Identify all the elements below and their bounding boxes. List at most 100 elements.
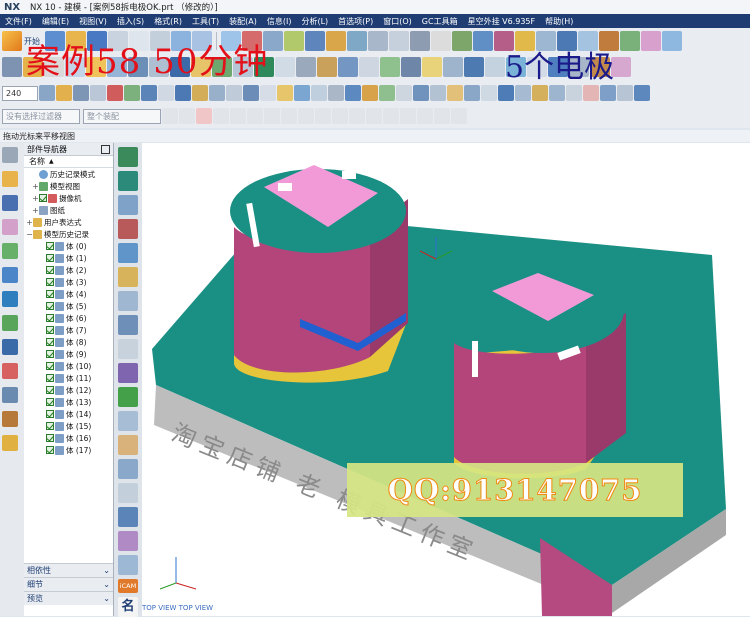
visibility-checkbox[interactable] (46, 242, 54, 250)
menu-view[interactable]: 视图(V) (74, 16, 112, 27)
name-tool-icon[interactable] (118, 363, 138, 383)
helix-icon[interactable] (379, 85, 395, 101)
rect-select-icon[interactable] (230, 108, 246, 124)
visibility-checkbox[interactable] (46, 398, 54, 406)
replace-face-icon[interactable] (401, 57, 421, 77)
edit-feature-icon[interactable] (359, 57, 379, 77)
select-icon[interactable] (2, 57, 22, 77)
history-clock-icon[interactable] (2, 339, 18, 355)
divide-icon[interactable] (328, 85, 344, 101)
collapse-icon[interactable]: − (26, 230, 33, 239)
arc-icon[interactable] (158, 85, 174, 101)
body-node[interactable]: 体 (12) (24, 384, 113, 396)
snap-end-icon[interactable] (264, 108, 280, 124)
view-orient-icon[interactable] (662, 31, 682, 51)
selection-filter-combo[interactable]: 没有选择过滤器 (2, 108, 80, 124)
visibility-checkbox[interactable] (46, 278, 54, 286)
constraint-navigator-icon[interactable] (2, 219, 18, 235)
menu-help[interactable]: 帮助(H) (540, 16, 578, 27)
tree-node[interactable]: + 摄像机 (24, 192, 113, 204)
expand-icon[interactable]: + (32, 194, 39, 203)
body-node[interactable]: 体 (6) (24, 312, 113, 324)
box-select-icon[interactable] (247, 108, 263, 124)
expand-icon[interactable]: + (26, 218, 33, 227)
layer-icon[interactable] (389, 31, 409, 51)
palette-icon[interactable] (2, 243, 18, 259)
extrude-tool-icon[interactable] (118, 147, 138, 167)
system-material-icon[interactable] (2, 363, 18, 379)
menu-info[interactable]: 信息(I) (262, 16, 297, 27)
swept-icon[interactable] (485, 57, 505, 77)
datum-plane-icon[interactable] (305, 31, 325, 51)
tree-node[interactable]: + 模型视图 (24, 180, 113, 192)
snap-control-icon[interactable] (298, 108, 314, 124)
body-node[interactable]: 体 (8) (24, 336, 113, 348)
menu-edit[interactable]: 编辑(E) (37, 16, 74, 27)
silhouette-icon[interactable] (515, 85, 531, 101)
part-navigator-icon[interactable] (2, 171, 18, 187)
deselect-icon[interactable] (179, 108, 195, 124)
snap-grid-icon[interactable] (451, 108, 467, 124)
reuse-library-icon[interactable] (2, 315, 18, 331)
body-node[interactable]: 体 (13) (24, 396, 113, 408)
visibility-checkbox[interactable] (46, 422, 54, 430)
body-node[interactable]: 体 (2) (24, 264, 113, 276)
assembly-navigator-icon[interactable] (2, 195, 18, 211)
spline-icon[interactable] (226, 85, 242, 101)
fillet-curve-icon[interactable] (243, 85, 259, 101)
bridge-curve-icon[interactable] (481, 85, 497, 101)
gauge-tool-icon[interactable] (118, 435, 138, 455)
snap-onpoint-icon[interactable] (366, 108, 382, 124)
point-tool-icon[interactable] (118, 267, 138, 287)
analysis-tool-icon[interactable] (118, 411, 138, 431)
tree-node[interactable]: + 图纸 (24, 204, 113, 216)
body-node[interactable]: 体 (5) (24, 300, 113, 312)
grid-icon[interactable] (600, 85, 616, 101)
snap-intersection-icon[interactable] (315, 108, 331, 124)
mirror-icon[interactable] (260, 85, 276, 101)
tree-node[interactable]: − 模型历史记录 (24, 228, 113, 240)
visibility-checkbox[interactable] (46, 350, 54, 358)
body-node[interactable]: 体 (16) (24, 432, 113, 444)
display-icon[interactable] (410, 31, 430, 51)
lasso-icon[interactable] (213, 108, 229, 124)
arrange-tool-icon[interactable] (118, 507, 138, 527)
wcs-icon[interactable] (56, 85, 72, 101)
body-node[interactable]: 体 (4) (24, 288, 113, 300)
visibility-checkbox[interactable] (46, 374, 54, 382)
isoparametric-icon[interactable] (413, 85, 429, 101)
start-icon[interactable] (2, 31, 22, 51)
measure-icon[interactable] (326, 31, 346, 51)
settings-gear-icon[interactable] (2, 147, 18, 163)
hole-icon[interactable] (284, 31, 304, 51)
body-node[interactable]: 体 (3) (24, 276, 113, 288)
copy-tool-icon[interactable] (118, 483, 138, 503)
menu-gc-toolkit[interactable]: GC工具箱 (417, 16, 463, 27)
color-picker-icon[interactable] (583, 85, 599, 101)
surface-icon[interactable] (452, 31, 472, 51)
rotate-icon[interactable] (296, 57, 316, 77)
composite-icon[interactable] (498, 85, 514, 101)
circle-icon[interactable] (175, 85, 191, 101)
view-cube-icon[interactable] (118, 195, 138, 215)
visibility-checkbox[interactable] (46, 410, 54, 418)
zoom-icon[interactable] (275, 57, 295, 77)
ruler-icon[interactable] (566, 85, 582, 101)
menu-tools[interactable]: 工具(T) (187, 16, 224, 27)
thicken-icon[interactable] (443, 57, 463, 77)
visibility-checkbox[interactable] (46, 314, 54, 322)
shade-icon[interactable] (347, 31, 367, 51)
maximize-icon[interactable] (101, 144, 110, 154)
snap-quadrant-icon[interactable] (349, 108, 365, 124)
offset-curve-icon[interactable] (294, 85, 310, 101)
details-tab[interactable]: 细节 ⌄ (24, 577, 113, 591)
text-icon[interactable] (362, 85, 378, 101)
body-node[interactable]: 体 (0) (24, 240, 113, 252)
intersect-curve-icon[interactable] (345, 85, 361, 101)
snap-point-icon[interactable] (634, 85, 650, 101)
mesh-icon[interactable] (473, 31, 493, 51)
projection-icon[interactable] (430, 85, 446, 101)
polygon-icon[interactable] (209, 85, 225, 101)
electrode-tool-icon[interactable] (118, 291, 138, 311)
move-face-icon[interactable] (380, 57, 400, 77)
